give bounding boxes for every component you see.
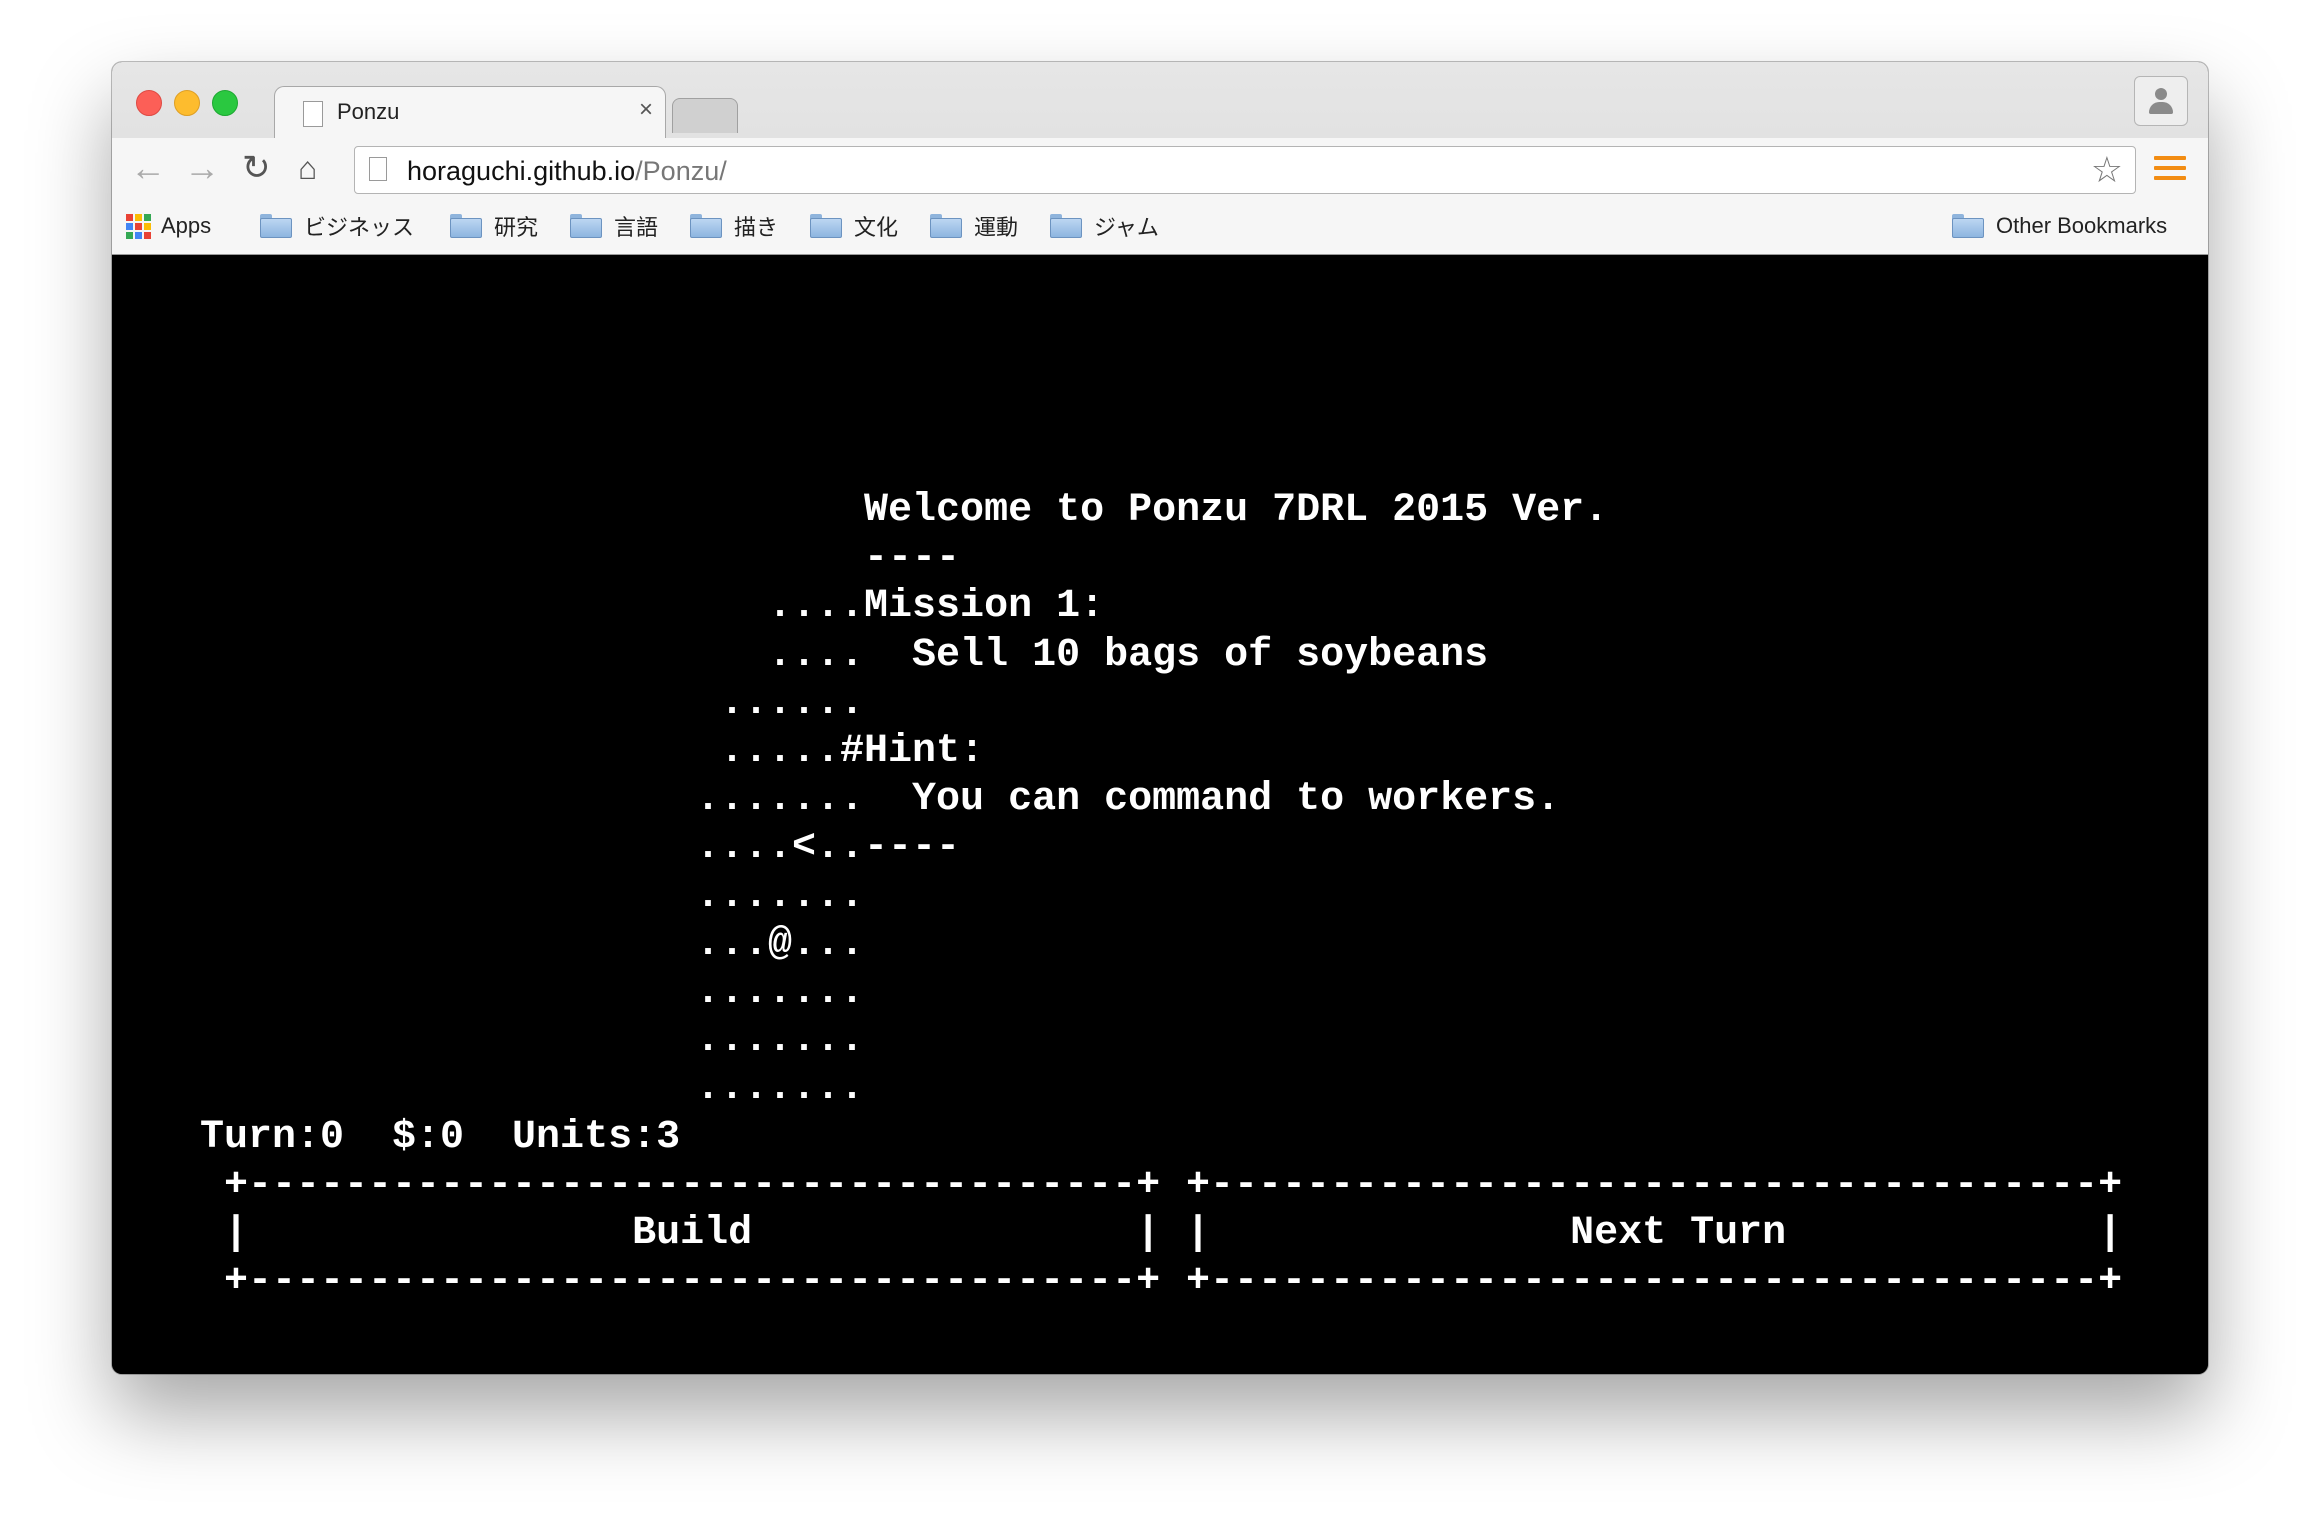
bookmark-label: ジャム (1094, 215, 1159, 240)
button-border-bottom: +-------------------------------------+ (200, 1259, 1161, 1305)
status-line: Turn:0 $:0 Units:3 (200, 1115, 681, 1160)
folder-icon (450, 214, 482, 238)
button-border-top: +-------------------------------------+ (200, 1163, 1161, 1208)
bookmark-label: 運動 (974, 215, 1019, 240)
button-border-bottom: +-------------------------------------+ (1186, 1259, 2123, 1305)
address-bar[interactable]: horaguchi.github.io/Ponzu/ ☆ (354, 146, 2136, 194)
toolbar: ← → ↻ ⌂ horaguchi.github.io/Ponzu/ ☆ (112, 138, 2208, 200)
bookmark-folder[interactable]: 運動 (930, 210, 1018, 242)
menu-icon[interactable] (2154, 156, 2186, 182)
button-border-top: +-------------------------------------+ (1186, 1163, 2123, 1208)
person-icon (2155, 88, 2167, 100)
bookmark-folder[interactable]: 言語 (570, 210, 658, 242)
map-line: Welcome to Ponzu 7DRL 2015 Ver. (600, 488, 1609, 533)
game-viewport[interactable]: Welcome to Ponzu 7DRL 2015 Ver. ---- ...… (112, 255, 2208, 1374)
back-arrow-icon[interactable]: ← (130, 148, 166, 188)
build-button[interactable]: +-------------------------------------+ … (200, 1162, 1160, 1307)
home-icon[interactable]: ⌂ (298, 148, 317, 188)
next-turn-button-label: | Next Turn | (1186, 1211, 2123, 1257)
page-icon (303, 101, 323, 127)
tab-title: Ponzu (337, 99, 400, 124)
tab-ponzu[interactable]: Ponzu × (274, 86, 666, 139)
map-line: ...... (600, 680, 865, 726)
map-line: ....... You can command to workers. (600, 777, 1561, 823)
map-line: ....Mission 1: (600, 584, 1105, 630)
bookmark-label: Other Bookmarks (1996, 213, 2168, 238)
bookmark-label: 描き (734, 215, 779, 240)
url-text[interactable]: horaguchi.github.io/Ponzu/ (407, 156, 727, 187)
map-line: .... Sell 10 bags of soybeans (600, 632, 1489, 678)
bookmark-folder[interactable]: ビジネッス (260, 210, 414, 242)
bookmark-folder[interactable]: ジャム (1050, 210, 1159, 242)
bookmarks-bar: Apps ビジネッス 研究 言語 描き 文化 運動 ジャム Other Book… (112, 200, 2208, 254)
url-host: horaguchi.github.io (407, 156, 636, 186)
browser-window: Ponzu × ← → ↻ ⌂ horaguchi.github.io/Ponz… (112, 62, 2208, 1374)
map-line: ....... (600, 970, 865, 1016)
bookmark-label: 言語 (614, 215, 659, 240)
new-tab-button[interactable] (672, 98, 738, 133)
folder-icon (810, 214, 842, 238)
map-line: ---- (600, 536, 961, 582)
folder-icon (690, 214, 722, 238)
build-button-label: | Build | (200, 1211, 1161, 1257)
bookmark-label: ビジネッス (304, 215, 415, 240)
zoom-window-button[interactable] (212, 90, 238, 116)
map-line: ....<..---- (600, 825, 961, 871)
bookmark-label: 文化 (854, 215, 899, 240)
page-icon (369, 157, 387, 181)
reload-icon[interactable]: ↻ (242, 148, 271, 188)
folder-icon (1952, 214, 1984, 238)
bookmark-label: 研究 (494, 215, 539, 240)
browser-chrome: Ponzu × ← → ↻ ⌂ horaguchi.github.io/Ponz… (112, 62, 2208, 255)
bookmark-star-icon[interactable]: ☆ (2091, 149, 2123, 191)
bookmark-folder[interactable]: 文化 (810, 210, 898, 242)
tab-close-icon[interactable]: × (639, 96, 653, 124)
tab-strip: Ponzu × (112, 62, 2208, 139)
map-line: ....... (600, 1066, 865, 1112)
profile-button[interactable] (2134, 76, 2188, 126)
map-line: ....... (600, 873, 865, 919)
game-message-map: Welcome to Ponzu 7DRL 2015 Ver. ---- ...… (600, 487, 1608, 1114)
map-line: ....... (600, 1018, 865, 1064)
folder-icon (260, 214, 292, 238)
url-path: /Ponzu/ (635, 156, 727, 186)
other-bookmarks-folder[interactable]: Other Bookmarks (1952, 210, 2167, 242)
map-line: .....#Hint: (600, 729, 985, 775)
apps-grid-icon (126, 213, 151, 239)
bookmark-label: Apps (161, 213, 212, 238)
folder-icon (930, 214, 962, 238)
close-window-button[interactable] (136, 90, 162, 116)
apps-shortcut[interactable]: Apps (126, 210, 211, 242)
next-turn-button[interactable]: +-------------------------------------+ |… (1186, 1162, 2122, 1307)
forward-arrow-icon[interactable]: → (184, 148, 220, 188)
minimize-window-button[interactable] (174, 90, 200, 116)
folder-icon (1050, 214, 1082, 238)
folder-icon (570, 214, 602, 238)
bookmark-folder[interactable]: 研究 (450, 210, 538, 242)
map-line: ...@... (600, 921, 865, 967)
bookmark-folder[interactable]: 描き (690, 210, 778, 242)
